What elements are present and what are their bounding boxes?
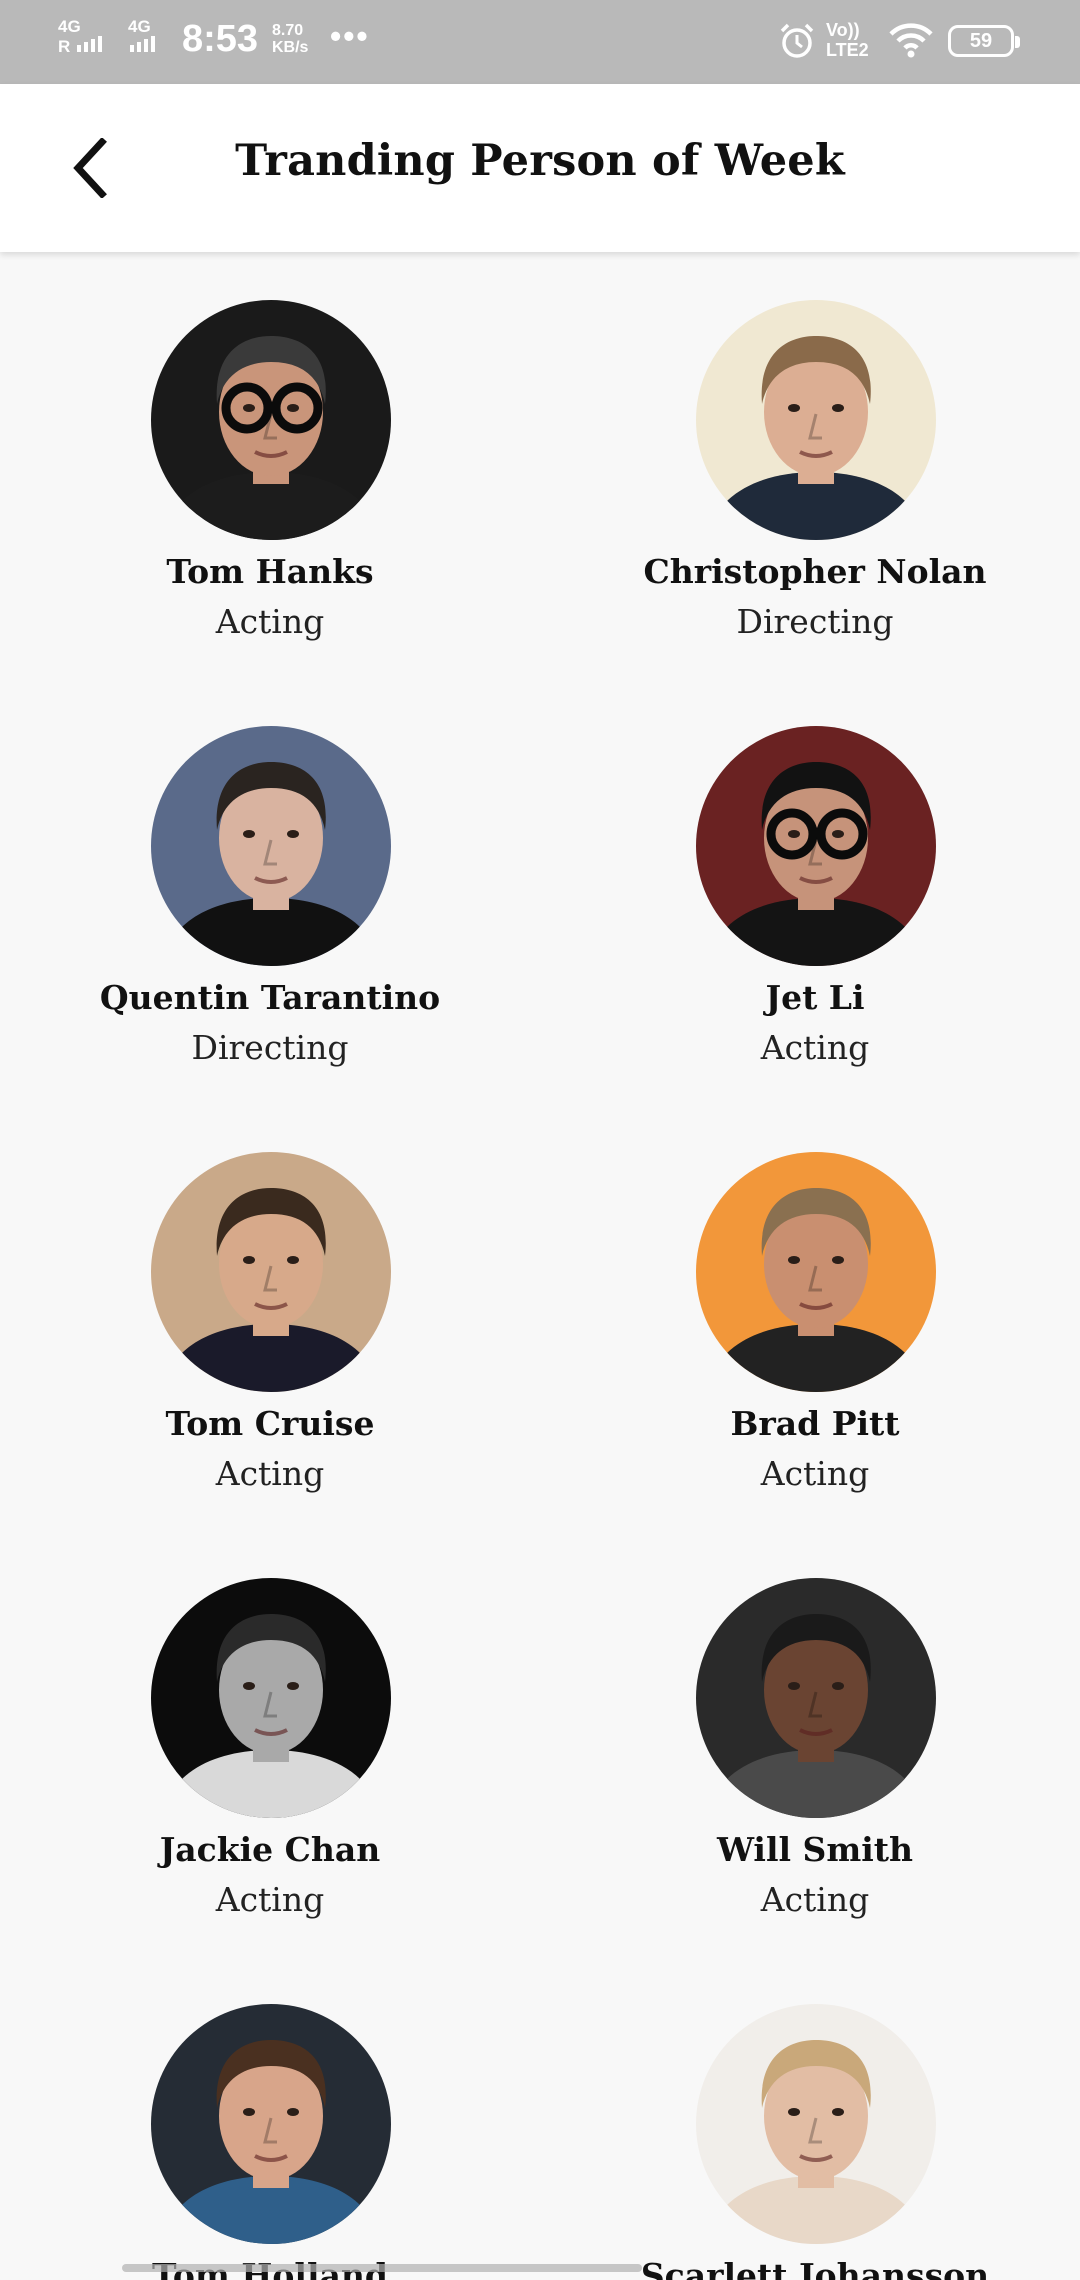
person-department: Acting: [215, 1454, 325, 1493]
person-name: Will Smith: [716, 1830, 914, 1869]
person-name: Tom Hanks: [166, 552, 374, 591]
person-name: Quentin Tarantino: [99, 978, 441, 1017]
person-avatar[interactable]: [696, 1578, 936, 1818]
person-card[interactable]: Tom Cruise Acting: [0, 1152, 540, 1512]
wifi-icon: [889, 23, 933, 58]
lte-label: LTE2: [826, 40, 869, 60]
person-photo: [151, 1152, 391, 1392]
roaming-label: R: [58, 37, 71, 56]
person-card[interactable]: Christopher Nolan Directing: [545, 300, 1080, 660]
person-photo: [696, 300, 936, 540]
person-avatar[interactable]: [151, 1578, 391, 1818]
network-type-label: 4G: [58, 17, 81, 36]
person-name: Brad Pitt: [730, 1404, 900, 1443]
person-name: Christopher Nolan: [643, 552, 987, 591]
person-name: Tom Cruise: [165, 1404, 375, 1443]
volte-label: Vo)): [826, 20, 860, 40]
alarm-icon: [780, 23, 814, 58]
person-photo: [696, 726, 936, 966]
person-department: Acting: [760, 1454, 870, 1493]
person-photo: [151, 300, 391, 540]
person-avatar[interactable]: [151, 1152, 391, 1392]
person-photo: [151, 1578, 391, 1818]
app-bar: Tranding Person of Week: [0, 84, 1080, 252]
page-title: Tranding Person of Week: [235, 136, 845, 186]
person-photo: [696, 1152, 936, 1392]
person-avatar[interactable]: [696, 2004, 936, 2244]
person-department: Directing: [191, 1028, 349, 1067]
clock: 8:53: [182, 18, 259, 60]
person-photo: [696, 1578, 936, 1818]
network-speed: 8.70 KB/s: [272, 22, 308, 56]
more-notifications-icon: •••: [330, 18, 370, 54]
person-card[interactable]: Jet Li Acting: [545, 726, 1080, 1086]
speed-unit: KB/s: [272, 39, 309, 56]
person-avatar[interactable]: [696, 300, 936, 540]
person-card[interactable]: Quentin Tarantino Directing: [0, 726, 540, 1086]
person-photo: [151, 726, 391, 966]
battery-indicator: 59: [948, 25, 1020, 57]
network-indicator-sim1: 4G R: [58, 17, 103, 56]
person-department: Acting: [760, 1880, 870, 1919]
person-photo: [151, 2004, 391, 2244]
person-card[interactable]: Tom HollandActing: [0, 2004, 540, 2280]
network-indicator-sim2: 4G: [128, 18, 155, 56]
person-department: Acting: [215, 602, 325, 641]
person-avatar[interactable]: [696, 726, 936, 966]
person-avatar[interactable]: [151, 300, 391, 540]
person-card[interactable]: Jackie Chan Acting: [0, 1578, 540, 1938]
person-card[interactable]: Scarlett JohanssonActing: [545, 2004, 1080, 2280]
person-department: Acting: [760, 1028, 870, 1067]
person-card[interactable]: Tom Hanks Acting: [0, 300, 540, 660]
person-avatar[interactable]: [696, 1152, 936, 1392]
person-department: Acting: [215, 1880, 325, 1919]
people-grid: Tom Hanks Acting Christopher Nolan Directi…: [0, 252, 1080, 2280]
speed-value: 8.70: [272, 22, 304, 39]
volte-indicator: Vo)) LTE2: [826, 20, 869, 60]
person-department: Directing: [736, 602, 894, 641]
person-name: Jackie Chan: [159, 1830, 381, 1869]
status-bar: 4G R 4G 8:53 8.70 KB/s ••• Vo)) LTE2 59: [0, 0, 1080, 84]
person-card[interactable]: Brad Pitt Acting: [545, 1152, 1080, 1512]
network-type-label: 4G: [128, 17, 151, 36]
person-avatar[interactable]: [151, 726, 391, 966]
person-photo: [696, 2004, 936, 2244]
signal-bars-icon: [77, 36, 103, 52]
scroll-indicator: [122, 2264, 642, 2272]
signal-bars-icon: [130, 36, 155, 52]
person-avatar[interactable]: [151, 2004, 391, 2244]
person-card[interactable]: Will Smith Acting: [545, 1578, 1080, 1938]
person-name: Jet Li: [765, 978, 865, 1017]
